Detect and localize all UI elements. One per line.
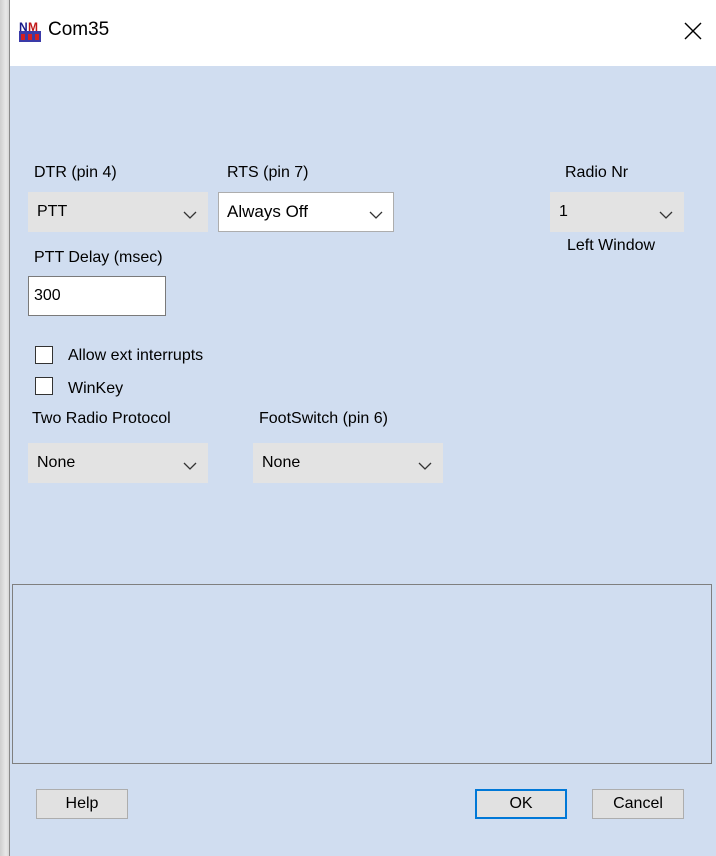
- app-logo-icon: N M: [19, 20, 41, 42]
- cancel-button[interactable]: Cancel: [592, 789, 684, 819]
- com-port-dialog: N M Com35 DTR (pin 4) PTT RTS (pin 7) Al…: [10, 0, 716, 856]
- svg-text:N: N: [19, 20, 28, 34]
- two-radio-protocol-value: None: [37, 454, 76, 471]
- radio-nr-select[interactable]: 1: [550, 192, 684, 232]
- dtr-select-value: PTT: [37, 203, 68, 220]
- ptt-delay-label: PTT Delay (msec): [34, 249, 163, 266]
- two-radio-protocol-label: Two Radio Protocol: [32, 410, 171, 427]
- footswitch-select-value: None: [262, 454, 301, 471]
- dtr-label: DTR (pin 4): [34, 164, 117, 181]
- window-title: Com35: [48, 19, 110, 40]
- winkey-label: WinKey: [68, 380, 124, 397]
- allow-ext-interrupts-checkbox[interactable]: [35, 346, 53, 364]
- title-bar[interactable]: N M Com35: [10, 0, 716, 66]
- close-icon: [684, 22, 702, 45]
- chevron-down-icon: [369, 207, 383, 219]
- info-panel: [12, 584, 712, 764]
- winkey-checkbox[interactable]: [35, 377, 53, 395]
- radio-nr-select-value: 1: [559, 203, 568, 220]
- radio-nr-caption: Left Window: [567, 237, 656, 254]
- ok-button[interactable]: OK: [475, 789, 567, 819]
- close-button[interactable]: [670, 0, 716, 66]
- footswitch-label: FootSwitch (pin 6): [259, 410, 388, 427]
- help-button[interactable]: Help: [36, 789, 128, 819]
- chevron-down-icon: [183, 458, 197, 470]
- ptt-delay-input[interactable]: [29, 277, 165, 315]
- two-radio-protocol-select[interactable]: None: [28, 443, 208, 483]
- chevron-down-icon: [659, 207, 673, 219]
- svg-text:M: M: [28, 20, 38, 34]
- dtr-select[interactable]: PTT: [28, 192, 208, 232]
- chevron-down-icon: [418, 458, 432, 470]
- rts-select-value: Always Off: [227, 202, 308, 221]
- radio-nr-label: Radio Nr: [565, 164, 629, 181]
- rts-label: RTS (pin 7): [227, 164, 309, 181]
- footswitch-select[interactable]: None: [253, 443, 443, 483]
- allow-ext-interrupts-label: Allow ext interrupts: [68, 347, 204, 364]
- rts-select[interactable]: Always Off: [218, 192, 394, 232]
- chevron-down-icon: [183, 207, 197, 219]
- ptt-delay-field-box: [28, 276, 166, 316]
